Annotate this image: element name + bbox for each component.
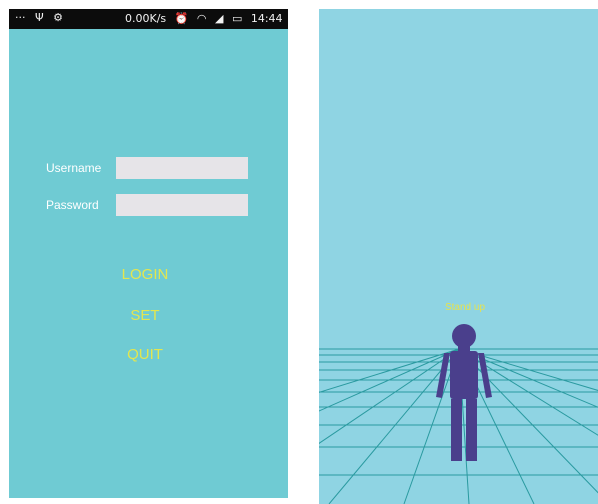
quit-button[interactable]: QUIT	[105, 346, 185, 363]
clock: 14:44	[250, 12, 283, 25]
more-icon: ···	[15, 11, 26, 24]
status-right: 0.00K/s ⏰ ◠ ◢ ▭ 14:44	[125, 12, 288, 25]
username-input[interactable]	[116, 157, 248, 179]
alarm-icon: ⏰	[174, 12, 189, 25]
pose-label: Stand up	[444, 302, 486, 313]
pose-screen: Stand up	[319, 9, 598, 504]
login-button[interactable]: LOGIN	[105, 266, 185, 283]
net-speed: 0.00K/s	[125, 12, 167, 25]
set-button[interactable]: SET	[105, 307, 185, 324]
password-input[interactable]	[116, 194, 248, 216]
usb-icon: Ψ	[35, 11, 44, 24]
password-label: Password	[46, 198, 99, 212]
floor-grid	[319, 324, 598, 504]
status-bar: ··· Ψ ⚙ 0.00K/s ⏰ ◠ ◢ ▭ 14:44	[9, 9, 288, 29]
battery-icon: ▭	[231, 12, 243, 25]
signal-icon: ◢	[214, 12, 224, 25]
wifi-icon: ◠	[196, 12, 207, 25]
username-label: Username	[46, 161, 102, 175]
android-debug-icon: ⚙	[53, 11, 64, 24]
status-left-icons: ··· Ψ ⚙	[15, 11, 69, 24]
login-screen: ··· Ψ ⚙ 0.00K/s ⏰ ◠ ◢ ▭ 14:44 Username P…	[9, 9, 288, 498]
